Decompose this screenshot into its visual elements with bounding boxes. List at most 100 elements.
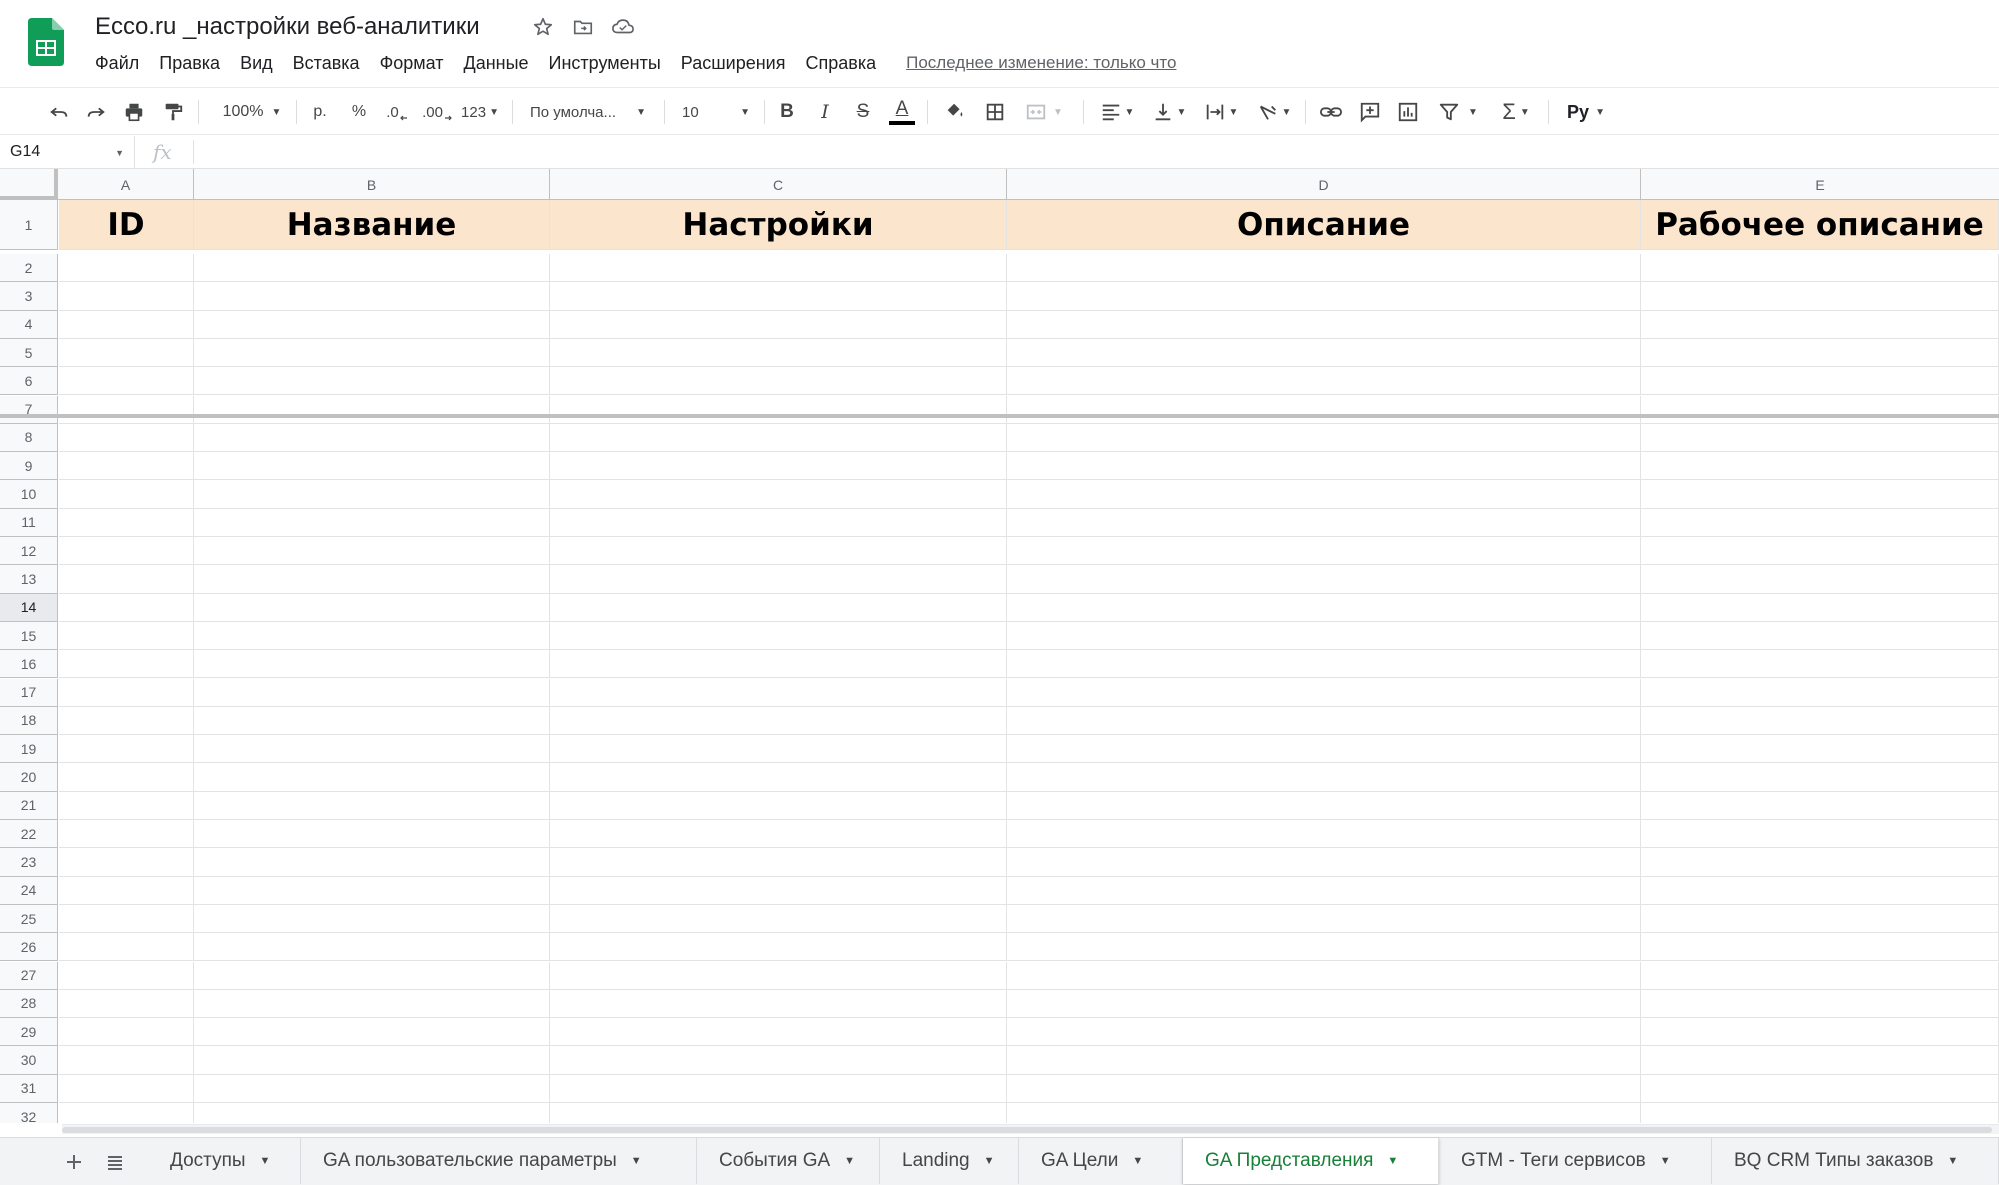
column-header-a[interactable]: A <box>58 169 194 200</box>
select-all-corner[interactable] <box>0 169 58 200</box>
cell-e18[interactable] <box>1641 706 1999 735</box>
cell-e27[interactable] <box>1641 961 1999 989</box>
cell-c30[interactable] <box>550 1046 1007 1074</box>
row-header-19[interactable]: 19 <box>0 735 58 764</box>
cell-e11[interactable] <box>1641 508 1999 536</box>
cell-c6[interactable] <box>550 367 1007 395</box>
cell-c31[interactable] <box>550 1074 1007 1102</box>
cell-a17[interactable] <box>59 678 194 706</box>
row-header-1[interactable]: 1 <box>0 200 58 250</box>
text-color-button[interactable]: A <box>888 96 916 128</box>
cell-c3[interactable] <box>550 282 1007 310</box>
star-icon[interactable] <box>530 14 556 40</box>
cell-b32[interactable] <box>194 1103 550 1123</box>
cell-a25[interactable] <box>59 904 194 933</box>
cell-e28[interactable] <box>1641 989 1999 1018</box>
cell-d1[interactable]: Описание <box>1007 200 1641 249</box>
cell-e4[interactable] <box>1641 310 1999 338</box>
cell-c16[interactable] <box>550 650 1007 678</box>
row-header-29[interactable]: 29 <box>0 1018 58 1047</box>
cell-e16[interactable] <box>1641 650 1999 678</box>
menu-insert[interactable]: Вставка <box>283 53 370 74</box>
cell-b17[interactable] <box>194 678 550 706</box>
cell-b31[interactable] <box>194 1074 550 1102</box>
cell-d11[interactable] <box>1007 508 1641 536</box>
chevron-down-icon[interactable]: ▼ <box>1660 1155 1671 1167</box>
vertical-align-button[interactable]: ▼ <box>1148 96 1190 128</box>
cell-b12[interactable] <box>194 537 550 565</box>
name-box[interactable]: G14 ▼ <box>0 136 135 168</box>
cell-a23[interactable] <box>59 848 194 876</box>
cell-c19[interactable] <box>550 735 1007 763</box>
cell-d32[interactable] <box>1007 1103 1641 1123</box>
cell-e3[interactable] <box>1641 282 1999 310</box>
cell-c12[interactable] <box>550 537 1007 565</box>
cell-a31[interactable] <box>59 1074 194 1102</box>
sheet-tab-7[interactable]: GTM - Теги сервисов ▼ <box>1439 1138 1712 1184</box>
cell-d16[interactable] <box>1007 650 1641 678</box>
sheet-tab-8[interactable]: BQ CRM Типы заказов ▼ <box>1712 1138 1999 1184</box>
cell-e1[interactable]: Рабочее описание <box>1641 200 1999 249</box>
row-header-4[interactable]: 4 <box>0 310 58 339</box>
row-header-2[interactable]: 2 <box>0 254 58 283</box>
scrollbar-thumb[interactable] <box>62 1127 1992 1133</box>
cell-a2[interactable] <box>59 254 194 282</box>
menu-tools[interactable]: Инструменты <box>539 53 671 74</box>
row-header-18[interactable]: 18 <box>0 706 58 736</box>
row-header-24[interactable]: 24 <box>0 876 58 905</box>
sheet-tab-3[interactable]: События GA ▼ <box>697 1138 880 1184</box>
cell-a3[interactable] <box>59 282 194 310</box>
cell-b15[interactable] <box>194 621 550 650</box>
cell-d20[interactable] <box>1007 763 1641 791</box>
font-family-select[interactable]: По умолча... ▼ <box>524 96 652 128</box>
row-header-12[interactable]: 12 <box>0 537 58 566</box>
cell-e31[interactable] <box>1641 1074 1999 1102</box>
cell-c25[interactable] <box>550 904 1007 933</box>
chevron-down-icon[interactable]: ▼ <box>1387 1155 1398 1167</box>
formula-input[interactable] <box>200 136 1990 168</box>
cell-e10[interactable] <box>1641 480 1999 508</box>
row-header-15[interactable]: 15 <box>0 621 58 651</box>
cell-b23[interactable] <box>194 848 550 876</box>
row-header-5[interactable]: 5 <box>0 338 58 368</box>
cell-b7[interactable] <box>194 395 550 423</box>
insert-chart-icon[interactable] <box>1393 96 1423 128</box>
row-header-31[interactable]: 31 <box>0 1074 58 1103</box>
cell-b3[interactable] <box>194 282 550 310</box>
cell-e9[interactable] <box>1641 452 1999 480</box>
cell-d6[interactable] <box>1007 367 1641 395</box>
cell-a4[interactable] <box>59 310 194 338</box>
cell-a5[interactable] <box>59 338 194 367</box>
cell-d25[interactable] <box>1007 904 1641 933</box>
cell-d24[interactable] <box>1007 876 1641 904</box>
cell-d21[interactable] <box>1007 791 1641 819</box>
cell-d5[interactable] <box>1007 338 1641 367</box>
cell-e14[interactable] <box>1641 593 1999 621</box>
cell-e25[interactable] <box>1641 904 1999 933</box>
cell-d7[interactable] <box>1007 395 1641 423</box>
row-header-8[interactable]: 8 <box>0 423 58 453</box>
cell-a26[interactable] <box>59 933 194 961</box>
paint-format-icon[interactable] <box>158 96 188 128</box>
cell-d22[interactable] <box>1007 820 1641 848</box>
cell-b29[interactable] <box>194 1018 550 1046</box>
row-header-9[interactable]: 9 <box>0 452 58 481</box>
cell-b24[interactable] <box>194 876 550 904</box>
cell-a12[interactable] <box>59 537 194 565</box>
cell-a16[interactable] <box>59 650 194 678</box>
cell-e20[interactable] <box>1641 763 1999 791</box>
filter-button[interactable]: ▼ <box>1433 96 1483 128</box>
font-size-select[interactable]: 10 ▼ <box>676 96 756 128</box>
sheet-tab-5[interactable]: GA Цели ▼ <box>1019 1138 1183 1184</box>
cell-d14[interactable] <box>1007 593 1641 621</box>
cell-c24[interactable] <box>550 876 1007 904</box>
last-edit-link[interactable]: Последнее изменение: только что <box>906 53 1176 73</box>
cell-c22[interactable] <box>550 820 1007 848</box>
cell-a27[interactable] <box>59 961 194 989</box>
cell-a30[interactable] <box>59 1046 194 1074</box>
row-header-10[interactable]: 10 <box>0 480 58 509</box>
cell-d31[interactable] <box>1007 1074 1641 1102</box>
cell-c18[interactable] <box>550 706 1007 735</box>
cell-a9[interactable] <box>59 452 194 480</box>
cell-c29[interactable] <box>550 1018 1007 1046</box>
